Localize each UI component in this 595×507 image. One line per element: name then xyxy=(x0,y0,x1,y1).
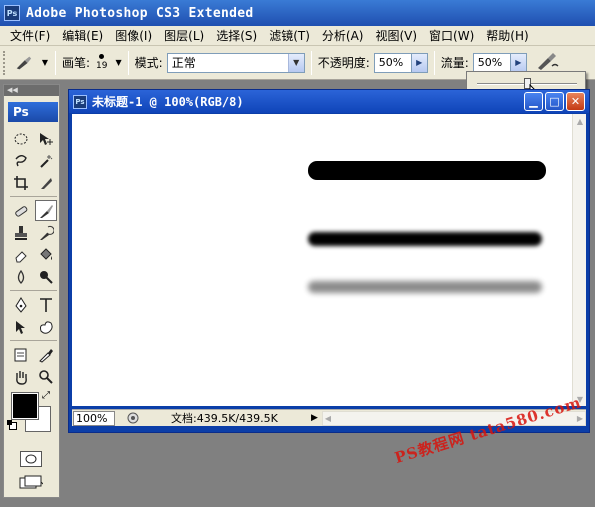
menu-file[interactable]: 文件(F) xyxy=(4,27,56,44)
flow-slider-toggle-icon[interactable]: ▶ xyxy=(510,52,527,73)
menu-filter[interactable]: 滤镜(T) xyxy=(263,27,316,44)
status-menu-arrow-icon[interactable]: ▶ xyxy=(311,413,318,423)
opacity-field[interactable]: 50% ▶ xyxy=(373,52,428,73)
chevron-down-icon: ▼ xyxy=(115,58,122,67)
toolbox-ps-badge[interactable]: Ps xyxy=(8,102,58,122)
swap-colors-icon[interactable]: ⤢ xyxy=(42,390,50,401)
paint-bucket-tool-icon[interactable] xyxy=(35,244,57,265)
marquee-tool-icon[interactable] xyxy=(10,128,32,149)
toolbox-separator xyxy=(10,196,57,197)
document-body: ▲ ▼ xyxy=(72,114,586,406)
eraser-tool-icon[interactable] xyxy=(10,244,32,265)
brush-tool-icon[interactable] xyxy=(35,200,57,221)
toolbox-separator xyxy=(10,290,57,291)
pen-tool-icon[interactable] xyxy=(10,294,32,315)
opacity-value[interactable]: 50% xyxy=(373,52,412,73)
flow-value[interactable]: 50% xyxy=(472,52,511,73)
photoshop-logo-icon: Ps xyxy=(4,5,20,21)
document-title: 未标题-1 @ 100%(RGB/8) xyxy=(92,95,244,109)
menu-layer[interactable]: 图层(L) xyxy=(158,27,210,44)
maximize-icon[interactable]: □ xyxy=(545,92,564,111)
airbrush-icon xyxy=(537,53,559,70)
options-grip[interactable] xyxy=(3,50,9,75)
toolbox-separator xyxy=(10,340,57,341)
clone-stamp-tool-icon[interactable] xyxy=(10,222,32,243)
screen-mode-icon[interactable] xyxy=(18,474,44,490)
menu-analysis[interactable]: 分析(A) xyxy=(316,27,370,44)
document-window: Ps 未标题-1 @ 100%(RGB/8) ▁ □ ✕ ▲ ▼ 100% 文档… xyxy=(68,89,590,433)
hard-stroke xyxy=(308,161,546,180)
default-colors-icon[interactable] xyxy=(7,420,17,430)
history-brush-tool-icon[interactable] xyxy=(35,222,57,243)
status-info-icon[interactable] xyxy=(125,411,141,426)
magic-wand-tool-icon[interactable] xyxy=(35,150,57,171)
scroll-left-icon[interactable]: ◀ xyxy=(325,414,331,423)
separator xyxy=(310,50,312,75)
lasso-tool-icon[interactable] xyxy=(10,150,32,171)
brush-tool-icon xyxy=(16,56,32,69)
quick-mask-icon[interactable] xyxy=(20,451,42,467)
flow-field[interactable]: 50% ▶ xyxy=(472,52,527,73)
blur-tool-icon[interactable] xyxy=(10,266,32,287)
close-icon[interactable]: ✕ xyxy=(566,92,585,111)
menu-image[interactable]: 图像(I) xyxy=(109,27,158,44)
zoom-tool-icon[interactable] xyxy=(35,366,57,387)
type-tool-icon[interactable] xyxy=(35,294,57,315)
menu-help[interactable]: 帮助(H) xyxy=(480,27,534,44)
soft-stroke xyxy=(308,232,542,246)
opacity-label: 不透明度: xyxy=(317,56,370,70)
mode-label: 模式: xyxy=(134,56,163,70)
brush-tip-icon xyxy=(99,54,105,59)
document-titlebar[interactable]: Ps 未标题-1 @ 100%(RGB/8) xyxy=(69,90,589,113)
hand-tool-icon[interactable] xyxy=(10,366,32,387)
menu-window[interactable]: 窗口(W) xyxy=(423,27,480,44)
toolbox-collapse-icon[interactable]: ◀◀ xyxy=(4,85,59,96)
separator xyxy=(127,50,129,75)
document-ps-icon: Ps xyxy=(73,94,87,109)
brush-size-value: 19 xyxy=(96,61,108,71)
menu-bar: 文件(F) 编辑(E) 图像(I) 图层(L) 选择(S) 滤镜(T) 分析(A… xyxy=(0,26,595,46)
chevron-down-icon: ▼ xyxy=(41,58,48,67)
menu-edit[interactable]: 编辑(E) xyxy=(56,27,109,44)
foreground-color-swatch[interactable] xyxy=(11,392,39,420)
crop-tool-icon[interactable] xyxy=(10,172,32,193)
scroll-up-icon[interactable]: ▲ xyxy=(573,114,587,128)
chevron-down-icon[interactable]: ▼ xyxy=(287,53,304,72)
menu-view[interactable]: 视图(V) xyxy=(369,27,423,44)
brush-picker[interactable]: 19 ▼ xyxy=(96,54,122,71)
toolbox-panel: ◀◀ Ps ⤢ xyxy=(3,84,60,498)
document-size: 文档:439.5K/439.5K xyxy=(171,412,278,425)
path-selection-tool-icon[interactable] xyxy=(10,316,32,337)
brush-label: 画笔: xyxy=(62,56,91,70)
menu-select[interactable]: 选择(S) xyxy=(210,27,263,44)
custom-shape-tool-icon[interactable] xyxy=(35,316,57,337)
vertical-scrollbar[interactable]: ▲ ▼ xyxy=(572,114,586,406)
scroll-right-icon[interactable]: ▶ xyxy=(577,414,583,423)
zoom-field[interactable]: 100% xyxy=(73,410,115,426)
app-titlebar: Ps Adobe Photoshop CS3 Extended xyxy=(0,0,595,26)
opacity-slider-toggle-icon[interactable]: ▶ xyxy=(411,52,428,73)
separator xyxy=(433,50,435,75)
minimize-icon[interactable]: ▁ xyxy=(524,92,543,111)
faded-stroke xyxy=(308,281,542,293)
healing-brush-tool-icon[interactable] xyxy=(10,200,32,221)
canvas[interactable] xyxy=(72,114,572,406)
eyedropper-tool-icon[interactable] xyxy=(35,344,57,365)
separator xyxy=(55,50,56,75)
app-title: Adobe Photoshop CS3 Extended xyxy=(26,5,254,21)
mode-value: 正常 xyxy=(171,56,196,70)
tool-preset-picker[interactable]: ▼ xyxy=(13,50,49,76)
dodge-tool-icon[interactable] xyxy=(35,266,57,287)
color-swatches: ⤢ xyxy=(4,390,59,443)
move-tool-icon[interactable] xyxy=(35,128,57,149)
slice-tool-icon[interactable] xyxy=(35,172,57,193)
notes-tool-icon[interactable] xyxy=(10,344,32,365)
mode-select[interactable]: 正常 ▼ xyxy=(166,52,305,73)
flow-label: 流量: xyxy=(440,56,469,70)
